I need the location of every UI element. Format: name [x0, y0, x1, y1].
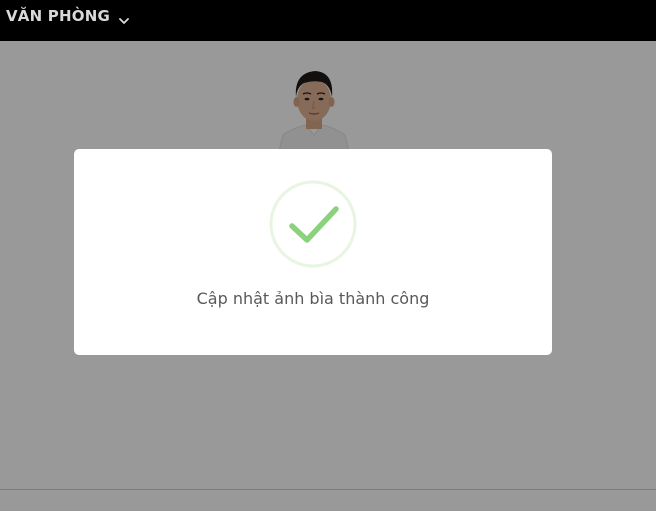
success-message: Cập nhật ảnh bìa thành công	[196, 289, 430, 308]
success-dialog: Cập nhật ảnh bìa thành công	[74, 149, 552, 355]
checkmark-icon	[269, 180, 357, 268]
chevron-down-icon	[118, 11, 130, 24]
top-bar: VĂN PHÒNG	[0, 0, 656, 41]
page: VĂN PHÒNG Cập nhật ảnh bìa thành công	[0, 0, 656, 511]
office-menu[interactable]: VĂN PHÒNG	[6, 7, 130, 25]
office-menu-label: VĂN PHÒNG	[6, 6, 110, 25]
